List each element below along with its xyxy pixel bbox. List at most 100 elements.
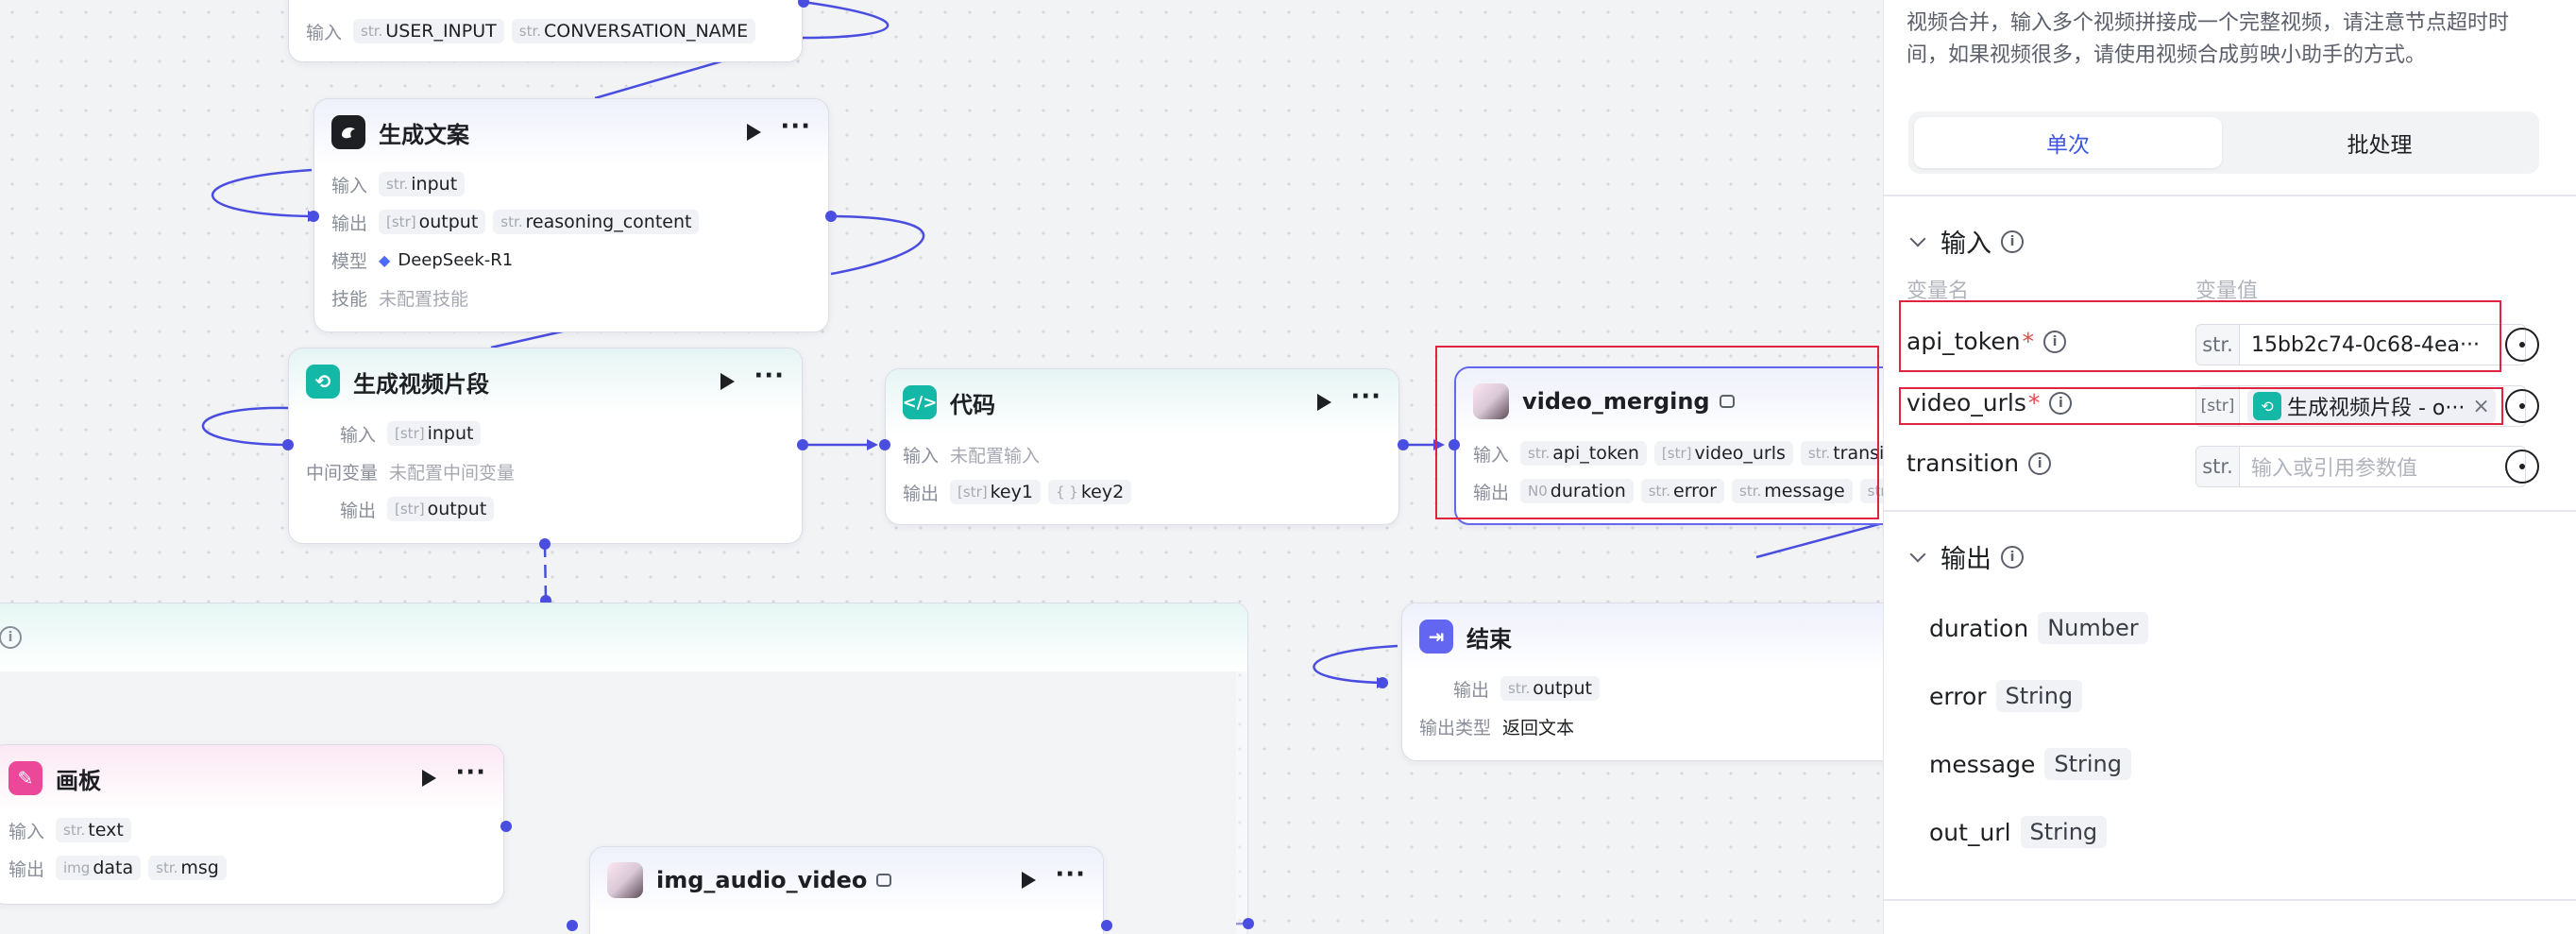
type-label: [str]	[2196, 386, 2240, 426]
info-icon[interactable]: i	[2001, 545, 2024, 569]
output-row: 输出 [str] key1 { } key2	[886, 473, 1398, 511]
chevron-down-icon[interactable]	[1909, 546, 1926, 562]
info-icon[interactable]: i	[2049, 391, 2073, 415]
plugin-avatar-icon	[1473, 383, 1509, 419]
clip-out-port[interactable]	[797, 439, 808, 450]
node-header: video_merging	[1456, 368, 1883, 434]
transition-placeholder: 输入或引用参数值	[2251, 457, 2418, 481]
canvas-out-port[interactable]	[500, 821, 512, 832]
edge-copy-to-clip	[490, 329, 568, 349]
edge-merge-to-end	[1755, 521, 1883, 559]
input-row: 输入 str. api_token [str] video_urls str. tra…	[1456, 434, 1883, 472]
info-icon[interactable]: i	[2043, 330, 2067, 353]
close-icon[interactable]: ×	[2472, 395, 2489, 418]
more-icon[interactable]: ···	[754, 364, 785, 392]
edge-clip-down	[543, 543, 548, 602]
output-row: 输出 [str] output str. reasoning_content	[314, 203, 828, 241]
transition-input[interactable]: str. 输入或引用参数值	[2195, 446, 2526, 487]
variable-picker-icon[interactable]	[2505, 328, 2539, 362]
divider	[1884, 899, 2576, 901]
info-icon[interactable]: i	[2001, 229, 2024, 253]
run-icon[interactable]	[1317, 394, 1332, 411]
info-icon[interactable]: i	[2028, 451, 2052, 475]
run-icon[interactable]	[1022, 872, 1037, 889]
video-urls-input[interactable]: [str] ⟲ 生成视频片段 - o··· ×	[2195, 385, 2526, 427]
node-title: 结束	[1466, 625, 1512, 653]
param-tag: str. api_token	[1520, 441, 1647, 466]
tab-batch[interactable]: 批处理	[2226, 117, 2534, 168]
copywriting-out-port[interactable]	[825, 211, 837, 222]
param-transition: transition i	[1907, 450, 2052, 477]
run-icon[interactable]	[720, 373, 736, 390]
output-item: message String	[1929, 748, 2131, 780]
end-in-port[interactable]	[1377, 677, 1388, 688]
input-row: 输入 str. input	[314, 165, 828, 203]
node-title: 生成文案	[379, 121, 469, 148]
param-tag: str. message	[1732, 479, 1853, 503]
code-out-port[interactable]	[1398, 439, 1409, 450]
node-title: video_merging	[1522, 388, 1710, 415]
start-node[interactable]: 输入 str. USER_INPUT str. CONVERSATION_NAME	[288, 0, 803, 62]
img-audio-video-node[interactable]: img_audio_video ···	[589, 846, 1104, 934]
more-icon[interactable]: ···	[1350, 384, 1381, 413]
run-mode-tabs: 单次 批处理	[1908, 111, 2539, 174]
video-clip-node[interactable]: ⟲ 生成视频片段 ··· 输入 [str] input 中间变量 未配置中间变量 …	[288, 348, 803, 544]
skill-row: 技能 未配置技能	[331, 288, 469, 310]
end-node[interactable]: ⇥ 结束 输出 str. output 输出类型 返回文本	[1401, 603, 1883, 761]
param-tag: str. USER_INPUT	[353, 19, 504, 43]
output-item: out_url String	[1929, 816, 2108, 848]
plugin-badge-icon	[876, 874, 892, 887]
group-right-port[interactable]	[1243, 918, 1254, 929]
canvas-node[interactable]: ✎ 画板 ··· 输入 str. text 输出 img data str. msg	[0, 744, 504, 905]
more-icon[interactable]: ···	[455, 760, 486, 789]
video-merging-node[interactable]: video_merging 输入 str. api_token [str] vide…	[1454, 366, 1883, 525]
input-section-header[interactable]: 输入 i	[1908, 223, 2024, 260]
start-node-out-port[interactable]	[798, 0, 809, 8]
param-api-token: api_token * i	[1907, 328, 2067, 355]
copywriting-node[interactable]: 生成文案 ··· 输入 str. input 输出 [str] output str…	[314, 98, 829, 332]
iav-in-port[interactable]	[567, 920, 578, 931]
run-icon[interactable]	[747, 124, 762, 141]
more-icon[interactable]: ···	[1055, 862, 1086, 891]
variable-picker-icon[interactable]	[2505, 450, 2539, 484]
iav-out-port[interactable]	[1101, 920, 1112, 931]
reference-chip[interactable]: ⟲ 生成视频片段 - o··· ×	[2247, 389, 2496, 423]
workflow-canvas[interactable]: 输入 str. USER_INPUT str. CONVERSATION_NAME …	[0, 0, 1883, 934]
param-tag: str. CONVERSATION_NAME	[511, 19, 756, 43]
tab-single[interactable]: 单次	[1914, 117, 2222, 168]
param-video-urls: video_urls * i	[1907, 389, 2073, 416]
api-token-input[interactable]: str. 15bb2c74-0c68-4ea···	[2195, 324, 2526, 365]
whale-icon: ◆	[379, 250, 391, 269]
run-icon[interactable]	[422, 770, 437, 787]
info-icon: i	[0, 626, 22, 649]
param-tag: str. output	[1500, 676, 1600, 701]
deepseek-logo-icon	[331, 115, 365, 149]
param-tag: str.ou	[1859, 479, 1883, 503]
node-header: 生成文案 ···	[314, 99, 828, 165]
node-title: 代码	[950, 391, 995, 418]
edge-clip-loop-left	[201, 406, 289, 447]
code-in-port[interactable]	[879, 439, 890, 450]
output-row: 输出 N0duration str.error str.message str.…	[1456, 472, 1883, 510]
more-icon[interactable]: ···	[780, 114, 811, 143]
col-header-value: 变量值	[2195, 280, 2259, 303]
output-item: duration Number	[1929, 612, 2148, 644]
code-icon: </>	[903, 385, 937, 419]
param-tag: str. error	[1640, 479, 1724, 503]
code-node[interactable]: </> 代码 ··· 输入 未配置输入 输出 [str] key1 { } key2	[885, 368, 1399, 525]
merge-in-port[interactable]	[1449, 439, 1460, 450]
param-tag: str. reasoning_content	[493, 210, 700, 234]
edge-copy-loop-left	[211, 168, 314, 218]
output-row: 输出 img data str. msg	[0, 849, 503, 887]
clip-bottom-port[interactable]	[539, 538, 551, 550]
param-tag: [str] output	[387, 497, 495, 521]
copywriting-in-port[interactable]	[308, 211, 319, 222]
variable-picker-icon[interactable]	[2505, 389, 2539, 423]
node-header: ⟲ 生成视频片段 ···	[289, 348, 802, 415]
canvas-icon: ✎	[8, 761, 42, 795]
output-section-header[interactable]: 输出 i	[1908, 538, 2024, 575]
chevron-down-icon[interactable]	[1909, 230, 1926, 246]
clip-in-port[interactable]	[282, 439, 294, 450]
type-label: str.	[2196, 447, 2240, 486]
plugin-avatar-icon	[607, 862, 643, 898]
